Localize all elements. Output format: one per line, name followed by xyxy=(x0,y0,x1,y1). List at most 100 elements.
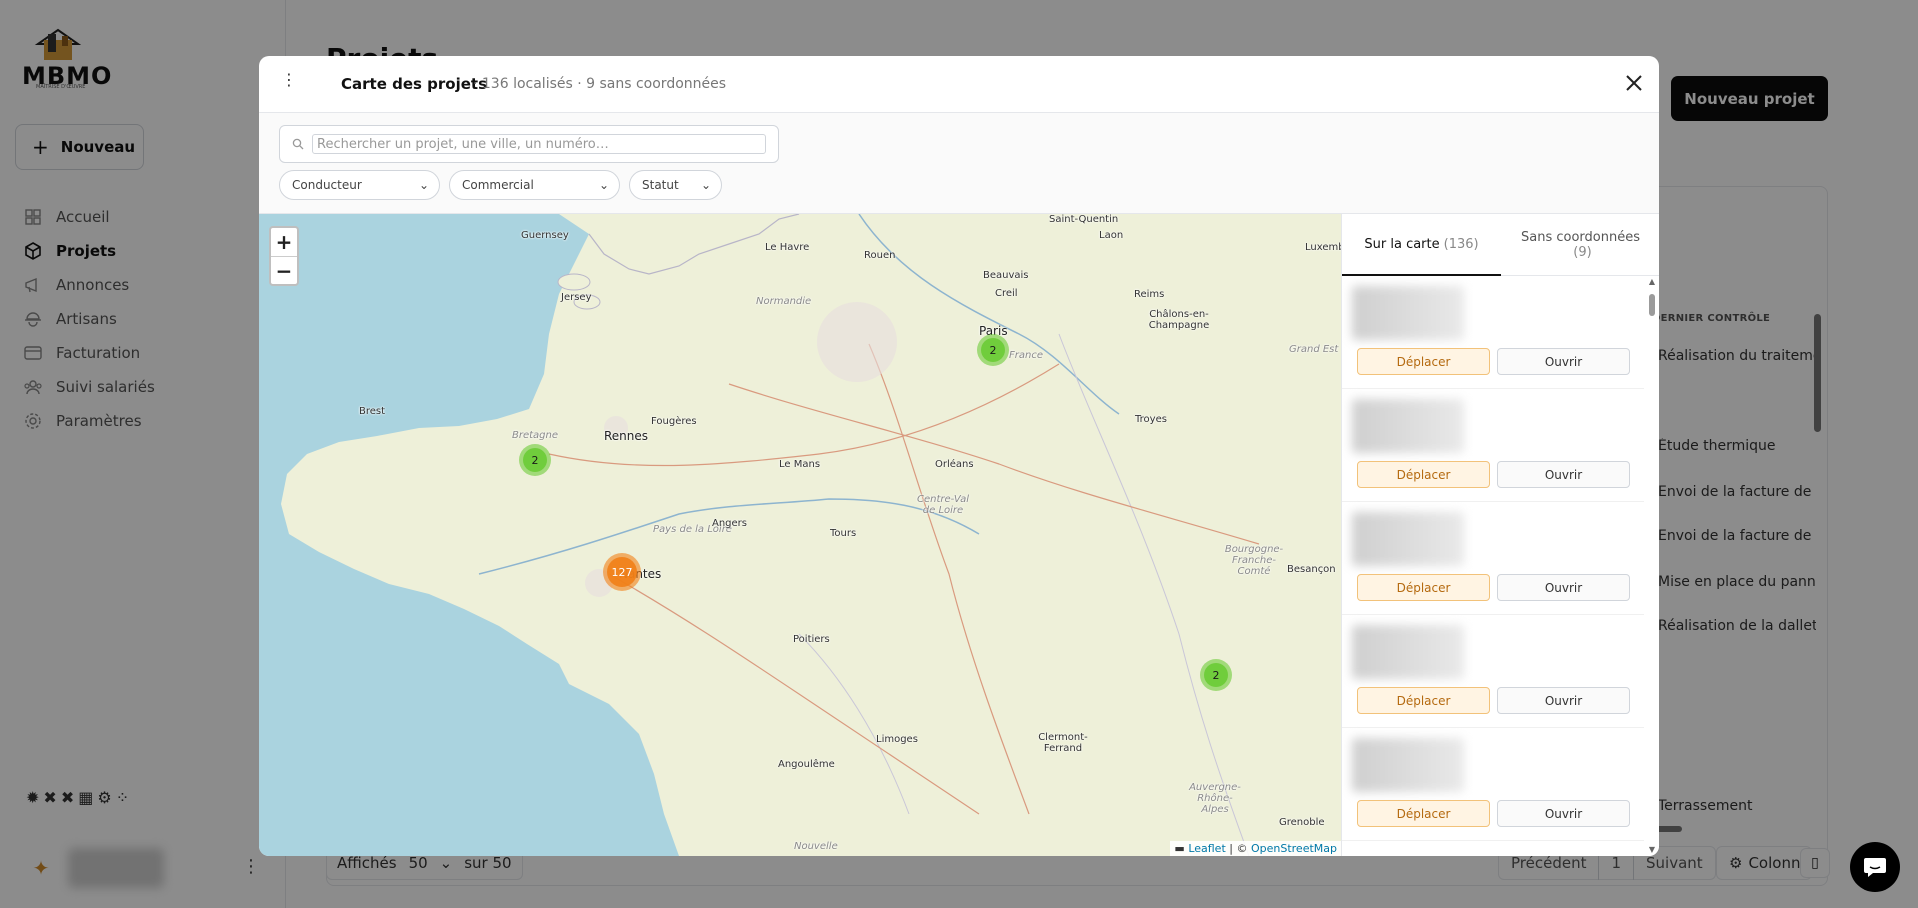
map-label: Grand Est xyxy=(1289,344,1339,355)
move-button[interactable]: Déplacer xyxy=(1357,800,1490,827)
osm-link[interactable]: OpenStreetMap xyxy=(1251,842,1337,855)
open-button[interactable]: Ouvrir xyxy=(1497,348,1630,375)
map-label: Le Mans xyxy=(779,459,821,470)
cluster-count: 2 xyxy=(523,448,547,472)
map-label: Limoges xyxy=(876,734,918,745)
map-cluster[interactable]: 127 xyxy=(603,553,641,591)
project-info-blurred xyxy=(1352,738,1464,792)
project-cards: Déplacer Ouvrir Déplacer Ouvrir Déplacer… xyxy=(1342,276,1644,856)
open-button[interactable]: Ouvrir xyxy=(1497,574,1630,601)
tab-count: (9) xyxy=(1573,245,1592,260)
zoom-control: + − xyxy=(269,226,299,286)
cluster-count: 2 xyxy=(1204,663,1228,687)
project-info-blurred xyxy=(1352,286,1464,340)
map-label: Poitiers xyxy=(793,634,830,645)
map-label: Angers xyxy=(712,518,747,529)
tab-count: (136) xyxy=(1443,236,1479,252)
chat-button[interactable] xyxy=(1850,842,1900,892)
scroll-up-icon[interactable]: ▲ xyxy=(1648,278,1656,286)
status-select[interactable]: Statut ⌄ xyxy=(629,170,722,200)
scroll-down-icon[interactable]: ▼ xyxy=(1648,846,1656,854)
modal-header: ⋮ Carte des projets · 136 localisés · 9 … xyxy=(259,56,1659,113)
move-button[interactable]: Déplacer xyxy=(1357,574,1490,601)
move-button[interactable]: Déplacer xyxy=(1357,687,1490,714)
status-select-label: Statut xyxy=(642,178,679,192)
tab-label: Sur la carte xyxy=(1364,236,1440,252)
project-list-panel: Sur la carte (136) Sans coordonnées (9) … xyxy=(1341,214,1659,856)
tab-on-map[interactable]: Sur la carte (136) xyxy=(1342,214,1501,276)
attribution-separator: | © xyxy=(1225,842,1251,855)
scrollbar-thumb[interactable] xyxy=(1649,294,1655,316)
map-label: Bourgogne-Franche-Comté xyxy=(1224,544,1284,577)
cluster-count: 127 xyxy=(607,557,637,587)
map-label: Normandie xyxy=(756,296,812,307)
project-card[interactable]: Déplacer Ouvrir xyxy=(1342,728,1644,841)
map-label: Clermont-Ferrand xyxy=(1038,732,1088,754)
map-label: Fougères xyxy=(651,416,697,427)
leaflet-link[interactable]: Leaflet xyxy=(1188,842,1225,855)
map-cluster[interactable]: 2 xyxy=(977,334,1009,366)
map-label: Orléans xyxy=(935,459,974,470)
project-map[interactable]: + − Guernsey Jersey Le Havre Rouen Beauv… xyxy=(259,214,1341,856)
search-box xyxy=(279,125,779,163)
chat-icon xyxy=(1864,858,1886,877)
flag-icon: ▬ xyxy=(1174,842,1185,855)
panel-scrollbar[interactable]: ▲ ▼ xyxy=(1648,276,1656,856)
search-icon xyxy=(292,135,304,154)
open-button[interactable]: Ouvrir xyxy=(1497,461,1630,488)
conducteur-select-label: Conducteur xyxy=(292,178,362,192)
project-info-blurred xyxy=(1352,625,1464,679)
map-label: Saint-Quentin xyxy=(1049,214,1119,225)
map-cluster[interactable]: 2 xyxy=(1200,659,1232,691)
project-map-modal: ⋮ Carte des projets · 136 localisés · 9 … xyxy=(259,56,1659,856)
map-label: Rouen xyxy=(864,250,896,261)
map-label: Tours xyxy=(830,528,857,539)
project-card[interactable]: Déplacer Ouvrir xyxy=(1342,389,1644,502)
map-label: Angoulême xyxy=(778,759,835,770)
chevron-down-icon: ⌄ xyxy=(418,178,429,192)
close-icon[interactable] xyxy=(1619,68,1649,98)
chevron-down-icon: ⌄ xyxy=(598,178,609,192)
chevron-down-icon: ⌄ xyxy=(700,178,711,192)
tab-without-coordinates[interactable]: Sans coordonnées (9) xyxy=(1501,214,1659,276)
modal-subtitle: · 136 localisés · 9 sans coordonnées xyxy=(473,76,727,92)
map-label: Jersey xyxy=(561,292,592,303)
map-label: France xyxy=(1009,350,1043,361)
map-label: Châlons-en-Champagne xyxy=(1148,309,1210,331)
map-label: Besançon xyxy=(1287,564,1336,575)
map-cluster[interactable]: 2 xyxy=(519,444,551,476)
map-label: Nouvelle xyxy=(794,841,838,852)
map-label: Laon xyxy=(1099,230,1124,241)
project-card[interactable]: Déplacer Ouvrir xyxy=(1342,276,1644,389)
commercial-select[interactable]: Commercial ⌄ xyxy=(449,170,620,200)
map-label: Beauvais xyxy=(983,270,1029,281)
project-card[interactable]: Déplacer Ouvrir xyxy=(1342,502,1644,615)
project-info-blurred xyxy=(1352,399,1464,453)
map-attribution: ▬ Leaflet | © OpenStreetMap xyxy=(1170,841,1341,856)
open-button[interactable]: Ouvrir xyxy=(1497,687,1630,714)
map-label: Bretagne xyxy=(512,430,559,441)
cluster-count: 2 xyxy=(981,338,1005,362)
project-info-blurred xyxy=(1352,512,1464,566)
modal-title: Carte des projets xyxy=(341,75,488,93)
map-label: Luxembourg xyxy=(1305,242,1341,253)
map-label: Centre-Val de Loire xyxy=(917,494,969,516)
map-label: Brest xyxy=(359,406,386,417)
open-button[interactable]: Ouvrir xyxy=(1497,800,1630,827)
map-label: Rennes xyxy=(604,429,649,443)
map-label: Auvergne-Rhône-Alpes xyxy=(1189,782,1241,815)
conducteur-select[interactable]: Conducteur ⌄ xyxy=(279,170,440,200)
zoom-in-button[interactable]: + xyxy=(271,228,297,256)
move-button[interactable]: Déplacer xyxy=(1357,461,1490,488)
panel-tabs: Sur la carte (136) Sans coordonnées (9) xyxy=(1342,214,1659,276)
more-vertical-icon[interactable]: ⋮ xyxy=(281,70,297,89)
map-label: Reims xyxy=(1134,289,1165,300)
zoom-out-button[interactable]: − xyxy=(271,256,297,284)
commercial-select-label: Commercial xyxy=(462,178,534,192)
map-label: Grenoble xyxy=(1279,817,1325,828)
search-input[interactable] xyxy=(312,134,766,154)
move-button[interactable]: Déplacer xyxy=(1357,348,1490,375)
tab-label: Sans coordonnées xyxy=(1521,230,1640,245)
project-card[interactable]: Déplacer Ouvrir xyxy=(1342,615,1644,728)
map-label: Troyes xyxy=(1135,414,1167,425)
